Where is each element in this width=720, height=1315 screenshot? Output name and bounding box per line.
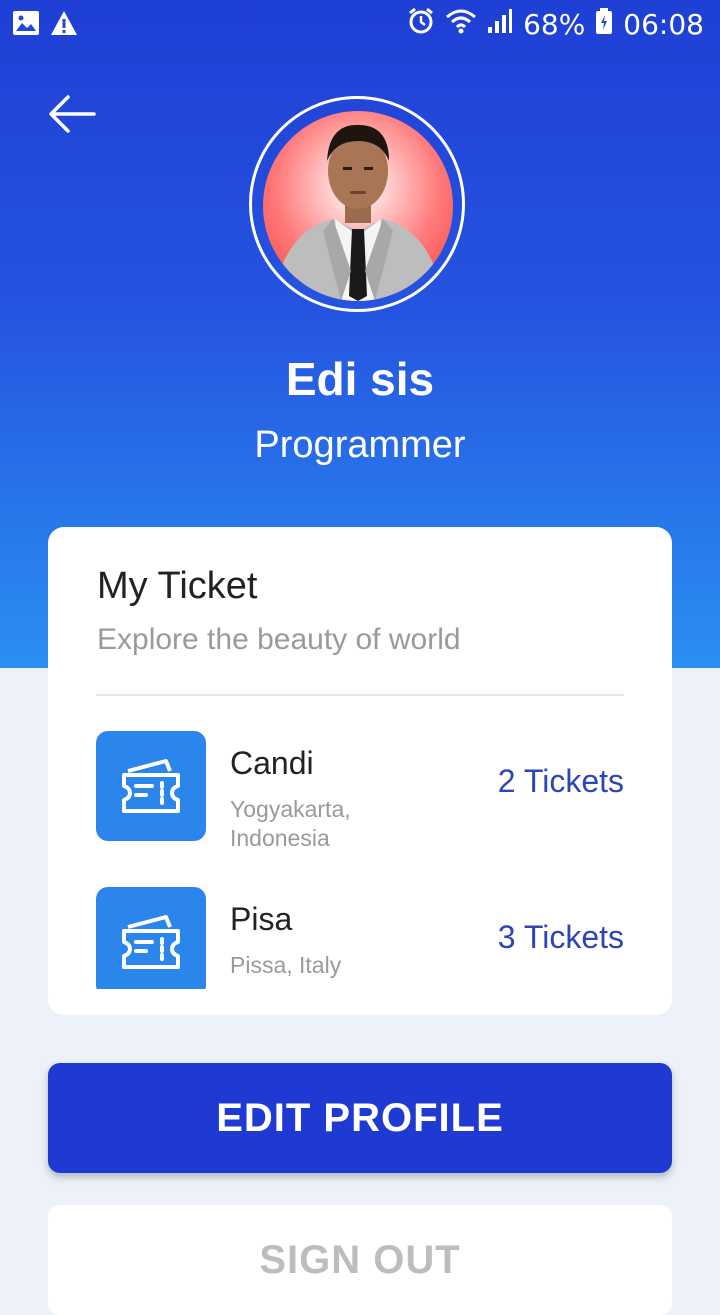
clock-time: 06:08: [623, 8, 704, 41]
ticket-icon: [96, 731, 206, 841]
battery-icon: [595, 7, 613, 42]
card-title: My Ticket: [97, 565, 258, 607]
avatar[interactable]: [263, 111, 453, 301]
back-button[interactable]: [44, 90, 98, 138]
arrow-left-icon: [44, 95, 98, 142]
sign-out-button[interactable]: SIGN OUT: [48, 1205, 672, 1315]
alarm-icon: [407, 7, 435, 42]
status-bar: 68% 06:08: [0, 0, 720, 50]
ticket-item-pisa[interactable]: Pisa Pissa, Italy 3 Tickets: [48, 885, 672, 989]
ticket-count: 3 Tickets: [497, 919, 624, 955]
edit-profile-button[interactable]: EDIT PROFILE: [48, 1063, 672, 1173]
battery-percent: 68%: [523, 8, 586, 41]
ticket-location: Yogyakarta, Indonesia: [230, 796, 351, 851]
ticket-name: Pisa: [230, 901, 293, 937]
ticket-count: 2 Tickets: [497, 763, 624, 799]
ticket-location: Pissa, Italy: [230, 952, 342, 978]
ticket-list[interactable]: Candi Yogyakarta, Indonesia 2 Tickets Pi…: [48, 727, 672, 989]
divider: [96, 694, 624, 696]
ticket-icon: [96, 887, 206, 989]
my-ticket-card: My Ticket Explore the beauty of world Ca…: [48, 527, 672, 1015]
ticket-name: Candi: [230, 745, 314, 781]
signal-icon: [487, 7, 513, 42]
user-photo: [273, 124, 443, 301]
warning-icon: [50, 10, 78, 43]
user-role: Programmer: [254, 424, 466, 466]
user-name: Edi sis: [285, 353, 435, 405]
image-icon: [12, 10, 40, 43]
ticket-item-candi[interactable]: Candi Yogyakarta, Indonesia 2 Tickets: [48, 729, 672, 851]
card-subtitle: Explore the beauty of world: [97, 623, 461, 656]
wifi-icon: [445, 7, 477, 42]
